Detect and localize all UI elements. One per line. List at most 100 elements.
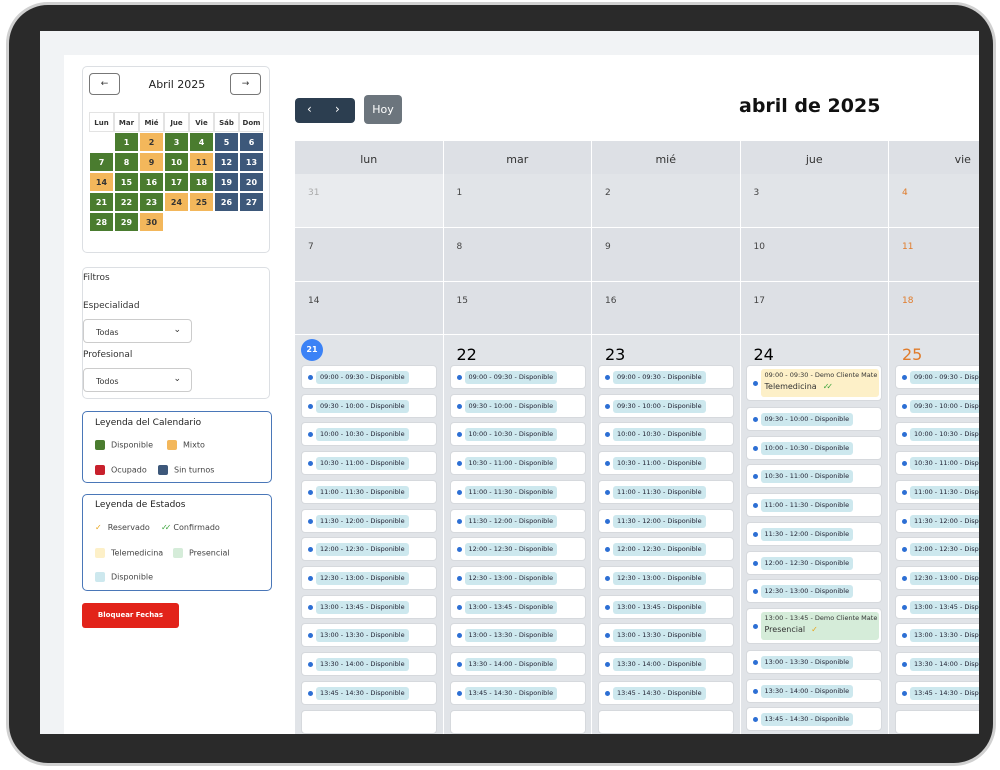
mini-day-29[interactable]: 29 xyxy=(114,212,139,232)
appointment-slot[interactable]: 13:00 - 13:45 - Disponible xyxy=(301,594,437,619)
day-cell-8[interactable]: 8 xyxy=(443,228,592,282)
day-cell-11[interactable]: 11 xyxy=(889,228,979,282)
day-cell-1[interactable]: 1 xyxy=(443,174,592,228)
mini-day-11[interactable]: 11 xyxy=(189,152,214,172)
mini-day-13[interactable]: 13 xyxy=(239,152,264,172)
appointment-slot[interactable]: 09:30 - 10:00 - Disponible xyxy=(598,393,734,418)
appointment-slot[interactable]: 10:00 - 10:30 - Disponible xyxy=(745,435,882,460)
appointment-slot[interactable]: 10:00 - 10:30 - Disponible xyxy=(449,422,586,447)
appointment-slot[interactable]: 12:30 - 13:00 - Disponible xyxy=(745,579,882,604)
appointment-slot[interactable]: 12:30 - 13:00 - Disponible xyxy=(598,565,734,590)
appointment-slot[interactable]: 12:00 - 12:30 - Disponible xyxy=(895,537,979,562)
appointment-slot[interactable]: 13:45 - 14:30 - Disponible xyxy=(301,680,437,705)
appointment-slot[interactable]: 13:45 - 14:30 - Disponible xyxy=(895,680,979,705)
appointment-slot[interactable]: 09:30 - 10:00 - Disponible xyxy=(449,393,586,418)
appointment-slot[interactable]: 13:00 - 13:45 - Disponible xyxy=(895,594,979,619)
appointment-slot-partial[interactable] xyxy=(449,710,586,734)
appointment-slot[interactable]: 11:00 - 11:30 - Disponible xyxy=(895,479,979,504)
mini-next-button[interactable]: → xyxy=(230,73,261,95)
appointment-slot-partial[interactable] xyxy=(598,710,734,734)
mini-day-28[interactable]: 28 xyxy=(89,212,114,232)
appointment-slot[interactable]: 13:30 - 14:00 - Disponible xyxy=(449,652,586,676)
mini-day-23[interactable]: 23 xyxy=(139,192,164,212)
appointment-slot[interactable]: 13:45 - 14:30 - Disponible xyxy=(598,680,734,705)
appointment-slot[interactable]: 12:00 - 12:30 - Disponible xyxy=(449,537,586,562)
mini-day-25[interactable]: 25 xyxy=(189,192,214,212)
appointment-slot[interactable]: 12:00 - 12:30 - Disponible xyxy=(301,537,437,562)
specialty-select[interactable]: Todas ⌄ xyxy=(83,319,192,343)
appointment-slot[interactable]: 11:00 - 11:30 - Disponible xyxy=(301,479,437,504)
appointment-slot[interactable]: 09:30 - 10:00 - Disponible xyxy=(301,393,437,418)
appointment-slot[interactable]: 10:00 - 10:30 - Disponible xyxy=(598,422,734,447)
block-dates-button[interactable]: Bloquear Fechas xyxy=(82,603,179,628)
day-cell-14[interactable]: 14 xyxy=(295,282,444,335)
appointment-slot[interactable]: 10:30 - 11:00 - Disponible xyxy=(449,451,586,476)
appointment-slot[interactable]: 12:30 - 13:00 - Disponible xyxy=(301,565,437,590)
appointment-slot[interactable]: 13:45 - 14:30 - Disponible xyxy=(449,680,586,705)
mini-day-5[interactable]: 5 xyxy=(214,132,239,152)
booked-appointment[interactable]: 13:00 - 13:45 - Demo Cliente Mate Presenc… xyxy=(745,607,882,644)
mini-day-20[interactable]: 20 xyxy=(239,172,264,192)
day-cell-18[interactable]: 18 xyxy=(889,282,979,335)
day-cell-10[interactable]: 10 xyxy=(740,228,889,282)
mini-day-2[interactable]: 2 xyxy=(139,132,164,152)
appointment-slot-partial[interactable] xyxy=(895,710,979,734)
next-month-button[interactable]: › xyxy=(335,102,340,116)
mini-day-17[interactable]: 17 xyxy=(164,172,189,192)
mini-day-19[interactable]: 19 xyxy=(214,172,239,192)
appointment-slot[interactable]: 10:30 - 11:00 - Disponible xyxy=(301,451,437,476)
day-cell-7[interactable]: 7 xyxy=(295,228,444,282)
day-cell-9[interactable]: 9 xyxy=(592,228,741,282)
appointment-slot[interactable]: 11:30 - 12:00 - Disponible xyxy=(449,508,586,533)
appointment-slot[interactable]: 09:30 - 10:00 - Disponible xyxy=(895,393,979,418)
appointment-slot[interactable]: 13:30 - 14:00 - Disponible xyxy=(301,652,437,676)
mini-day-22[interactable]: 22 xyxy=(114,192,139,212)
appointment-slot[interactable]: 13:00 - 13:30 - Disponible xyxy=(745,649,882,674)
mini-day-3[interactable]: 3 xyxy=(164,132,189,152)
mini-day-30[interactable]: 30 xyxy=(139,212,164,232)
appointment-slot[interactable]: 13:00 - 13:45 - Disponible xyxy=(598,594,734,619)
day-cell-3[interactable]: 3 xyxy=(740,174,889,228)
appointment-slot[interactable]: 13:00 - 13:30 - Disponible xyxy=(598,623,734,648)
day-cell-17[interactable]: 17 xyxy=(740,282,889,335)
appointment-slot[interactable]: 10:30 - 11:00 - Disponible xyxy=(895,451,979,476)
appointment-slot[interactable]: 13:00 - 13:30 - Disponible xyxy=(301,623,437,648)
appointment-slot[interactable]: 12:00 - 12:30 - Disponible xyxy=(745,550,882,575)
appointment-slot[interactable]: 10:00 - 10:30 - Disponible xyxy=(895,422,979,447)
appointment-slot[interactable]: 13:30 - 14:00 - Disponible xyxy=(745,678,882,703)
day-cell-4[interactable]: 4 xyxy=(889,174,979,228)
mini-day-12[interactable]: 12 xyxy=(214,152,239,172)
appointment-slot[interactable]: 09:00 - 09:30 - Disponible xyxy=(301,365,437,389)
today-button[interactable]: Hoy xyxy=(364,95,402,124)
appointment-slot[interactable]: 11:30 - 12:00 - Disponible xyxy=(598,508,734,533)
mini-day-24[interactable]: 24 xyxy=(164,192,189,212)
appointment-slot[interactable]: 11:30 - 12:00 - Disponible xyxy=(745,521,882,546)
mini-day-26[interactable]: 26 xyxy=(214,192,239,212)
appointment-slot[interactable]: 10:00 - 10:30 - Disponible xyxy=(301,422,437,447)
appointment-slot[interactable]: 11:00 - 11:30 - Disponible xyxy=(745,493,882,518)
appointment-slot[interactable]: 11:30 - 12:00 - Disponible xyxy=(895,508,979,533)
mini-prev-button[interactable]: ← xyxy=(89,73,120,95)
day-cell-2[interactable]: 2 xyxy=(592,174,741,228)
appointment-slot[interactable]: 11:30 - 12:00 - Disponible xyxy=(301,508,437,533)
appointment-slot[interactable]: 11:00 - 11:30 - Disponible xyxy=(449,479,586,504)
mini-day-15[interactable]: 15 xyxy=(114,172,139,192)
appointment-slot[interactable]: 11:00 - 11:30 - Disponible xyxy=(598,479,734,504)
mini-day-6[interactable]: 6 xyxy=(239,132,264,152)
appointment-slot[interactable]: 13:30 - 14:00 - Disponible xyxy=(895,652,979,676)
appointment-slot[interactable]: 09:30 - 10:00 - Disponible xyxy=(745,407,882,431)
mini-day-21[interactable]: 21 xyxy=(89,192,114,212)
prev-month-button[interactable]: ‹ xyxy=(307,102,312,116)
appointment-slot[interactable]: 09:00 - 09:30 - Disponible xyxy=(598,365,734,389)
mini-day-27[interactable]: 27 xyxy=(239,192,264,212)
appointment-slot[interactable]: 12:30 - 13:00 - Disponible xyxy=(449,565,586,590)
appointment-slot[interactable]: 13:00 - 13:45 - Disponible xyxy=(449,594,586,619)
appointment-slot[interactable]: 12:30 - 13:00 - Disponible xyxy=(895,565,979,590)
mini-day-16[interactable]: 16 xyxy=(139,172,164,192)
booked-appointment[interactable]: 09:00 - 09:30 - Demo Cliente Mate Telemed… xyxy=(745,365,882,401)
day-cell-31[interactable]: 31 xyxy=(295,174,444,228)
mini-day-8[interactable]: 8 xyxy=(114,152,139,172)
appointment-slot[interactable]: 12:00 - 12:30 - Disponible xyxy=(598,537,734,562)
mini-day-10[interactable]: 10 xyxy=(164,152,189,172)
appointment-slot[interactable]: 13:00 - 13:30 - Disponible xyxy=(895,623,979,648)
